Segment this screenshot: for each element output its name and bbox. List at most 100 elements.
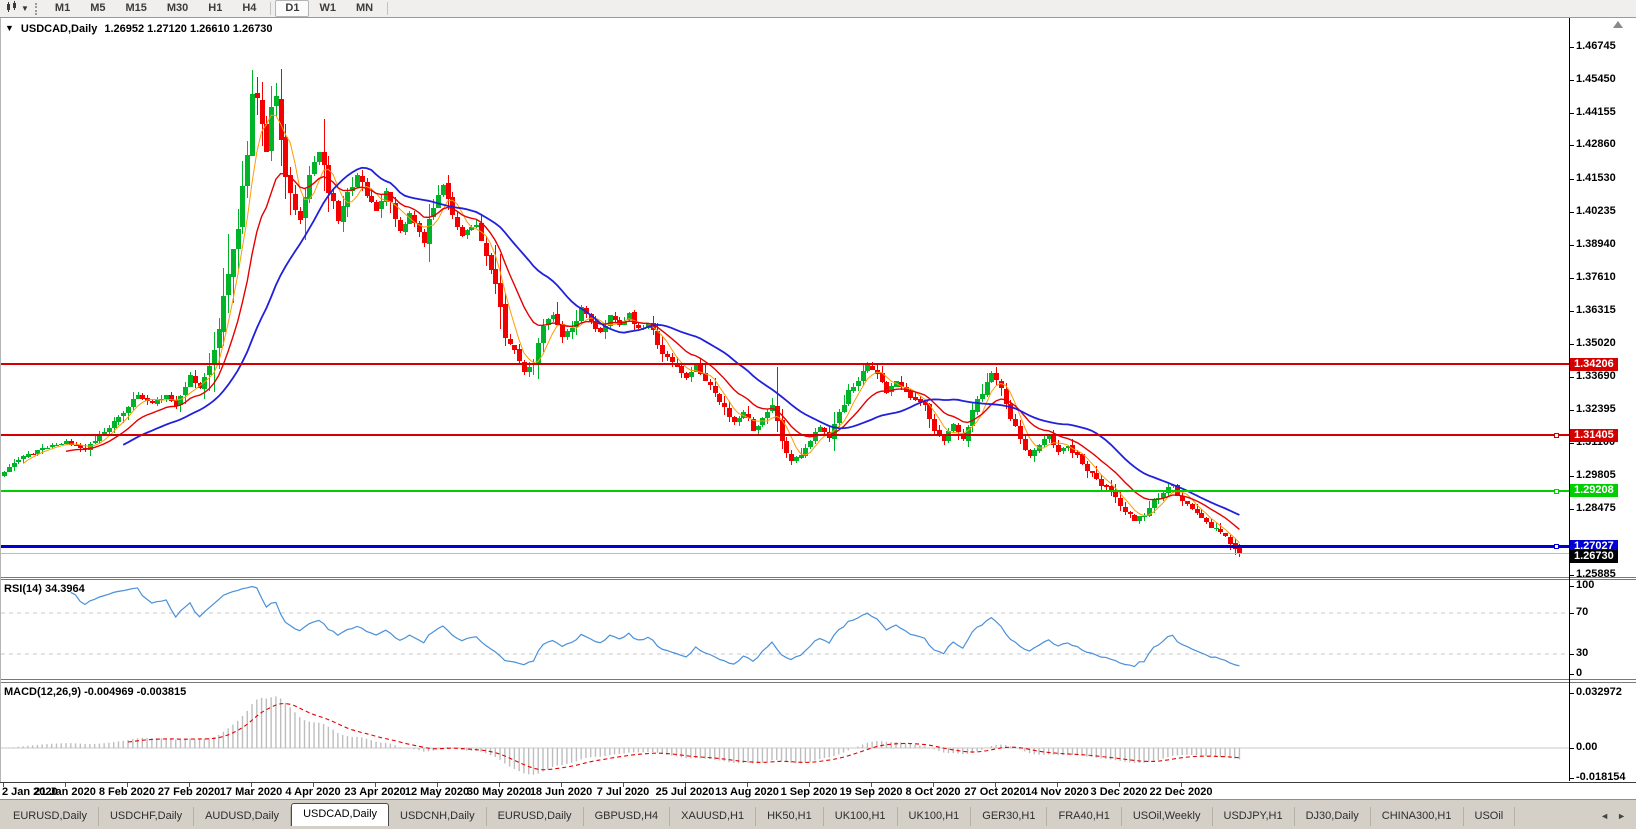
price-tick-label: 1.45450 [1576, 73, 1616, 85]
price-tick-label: 1.29805 [1576, 469, 1616, 481]
timeframe-button-m30[interactable]: M30 [157, 0, 198, 17]
time-scale[interactable]: 2 Jan 202021 Jan 20208 Feb 202027 Feb 20… [0, 782, 1636, 799]
axis-tick [1570, 80, 1574, 81]
chart-tab-usdjpy-h1[interactable]: USDJPY,H1 [1213, 807, 1295, 826]
axis-tick [1570, 748, 1574, 749]
chart-tab-eurusd-daily[interactable]: EURUSD,Daily [487, 807, 584, 826]
timeframe-button-m1[interactable]: M1 [45, 0, 80, 17]
date-label: 17 Mar 2020 [220, 786, 282, 798]
chart-tab-china300-h1[interactable]: CHINA300,H1 [1371, 807, 1464, 826]
chart-tab-audusd-daily[interactable]: AUDUSD,Daily [194, 807, 291, 826]
chart-ohlc-values: 1.26952 1.27120 1.26610 1.26730 [104, 23, 272, 35]
chart-tabs: EURUSD,DailyUSDCHF,DailyAUDUSD,DailyUSDC… [2, 803, 1515, 826]
chart-tab-gbpusd-h4[interactable]: GBPUSD,H4 [584, 807, 671, 826]
symbol-dropdown-icon[interactable]: ▼ [5, 23, 14, 35]
rsi-tick-label: 100 [1576, 579, 1594, 591]
date-label: 25 Jul 2020 [656, 786, 715, 798]
date-label: 22 Dec 2020 [1150, 786, 1213, 798]
price-tick-label: 1.32395 [1576, 403, 1616, 415]
chart-tab-uk100-h1[interactable]: UK100,H1 [898, 807, 972, 826]
price-tick-label: 1.44155 [1576, 106, 1616, 118]
date-label: 30 May 2020 [467, 786, 531, 798]
toolbar-separator [387, 2, 388, 15]
chevron-down-icon: ▼ [21, 5, 29, 13]
timeframe-button-mn[interactable]: MN [346, 0, 383, 17]
chart-tab-usoil[interactable]: USOil [1464, 807, 1516, 826]
axis-tick [1570, 575, 1574, 576]
axis-tick [1570, 179, 1574, 180]
line-anchor-marker[interactable] [1554, 489, 1559, 494]
chart-title: ▼ USDCAD,Daily 1.26952 1.27120 1.26610 1… [5, 23, 273, 35]
timeframe-button-w1[interactable]: W1 [309, 0, 346, 17]
chart-shift-marker[interactable] [1613, 21, 1623, 28]
chart-tool-button[interactable]: ▼ [3, 1, 32, 16]
date-label: 23 Apr 2020 [344, 786, 405, 798]
chart-tab-usdcad-daily[interactable]: USDCAD,Daily [291, 803, 389, 826]
horizontal-line-134206[interactable] [1, 363, 1569, 365]
horizontal-line-131405[interactable] [1, 434, 1569, 436]
macd-tick-label: 0.032972 [1576, 686, 1622, 698]
toolbar-grip[interactable] [35, 3, 40, 15]
price-chart-canvas[interactable] [1, 18, 1569, 577]
tab-scroll-right-icon[interactable]: ► [1614, 809, 1629, 823]
chart-tab-hk50-h1[interactable]: HK50,H1 [756, 807, 824, 826]
macd-indicator-canvas[interactable] [1, 683, 1569, 781]
axis-tick [1570, 654, 1574, 655]
rsi-indicator-canvas[interactable] [1, 580, 1569, 679]
axis-tick [1570, 145, 1574, 146]
axis-tick [1570, 113, 1574, 114]
date-label: 7 Jul 2020 [597, 786, 650, 798]
chart-tab-ger30-h1[interactable]: GER30,H1 [971, 807, 1047, 826]
level-price-label: 1.29208 [1570, 484, 1618, 497]
axis-tick [1570, 443, 1574, 444]
candlestick-chart-icon [6, 1, 19, 16]
chart-tab-bar: EURUSD,DailyUSDCHF,DailyAUDUSD,DailyUSDC… [0, 799, 1636, 829]
chart-tab-dj30-daily[interactable]: DJ30,Daily [1295, 807, 1371, 826]
price-tick-label: 1.41530 [1576, 172, 1616, 184]
axis-tick [1570, 311, 1574, 312]
axis-tick [1570, 212, 1574, 213]
timeframe-button-m5[interactable]: M5 [80, 0, 115, 17]
axis-tick [1570, 245, 1574, 246]
chart-tab-uk100-h1[interactable]: UK100,H1 [824, 807, 898, 826]
date-label: 4 Apr 2020 [285, 786, 340, 798]
horizontal-line-127027[interactable] [1, 545, 1569, 548]
chart-tab-fra40-h1[interactable]: FRA40,H1 [1047, 807, 1121, 826]
price-tick-label: 1.46745 [1576, 40, 1616, 52]
chart-tab-eurusd-daily[interactable]: EURUSD,Daily [2, 807, 99, 826]
line-anchor-marker[interactable] [1554, 544, 1559, 549]
axis-tick [1570, 476, 1574, 477]
mt4-terminal: ▼ M1M5M15M30H1H4 D1W1MN ▼ USDCAD,Daily 1.… [0, 0, 1636, 829]
timeframe-button-m15[interactable]: M15 [115, 0, 156, 17]
horizontal-line-129208[interactable] [1, 490, 1569, 492]
chart-window[interactable]: ▼ USDCAD,Daily 1.26952 1.27120 1.26610 1… [0, 18, 1636, 782]
chart-tab-usdcnh-daily[interactable]: USDCNH,Daily [389, 807, 487, 826]
price-tick-label: 1.35020 [1576, 337, 1616, 349]
price-tick-label: 1.42860 [1576, 138, 1616, 150]
current-price-label: 1.26730 [1570, 550, 1618, 563]
timeframe-button-h1[interactable]: H1 [198, 0, 232, 17]
price-tick-label: 1.36315 [1576, 304, 1616, 316]
date-label: 8 Oct 2020 [905, 786, 960, 798]
rsi-tick-label: 30 [1576, 647, 1588, 659]
toolbar-separator [270, 2, 271, 15]
axis-tick [1570, 693, 1574, 694]
date-label: 21 Jan 2020 [34, 786, 96, 798]
axis-tick [1570, 613, 1574, 614]
date-label: 19 Sep 2020 [840, 786, 903, 798]
price-axis-line [1569, 18, 1570, 781]
level-price-label: 1.34206 [1570, 358, 1618, 371]
date-label: 18 Jun 2020 [530, 786, 592, 798]
tab-scroll-left-icon[interactable]: ◄ [1597, 809, 1612, 823]
chart-tab-usoil-weekly[interactable]: USOil,Weekly [1122, 807, 1213, 826]
date-label: 27 Feb 2020 [158, 786, 220, 798]
axis-tick [1570, 410, 1574, 411]
line-anchor-marker[interactable] [1554, 433, 1559, 438]
timeframe-toolbar: ▼ M1M5M15M30H1H4 D1W1MN [0, 0, 1636, 18]
chart-tab-xauusd-h1[interactable]: XAUUSD,H1 [670, 807, 756, 826]
timeframe-button-h4[interactable]: H4 [232, 0, 266, 17]
timeframe-button-d1[interactable]: D1 [275, 0, 309, 17]
chart-tab-usdchf-daily[interactable]: USDCHF,Daily [99, 807, 194, 826]
tab-scroll-arrows: ◄ ► [1588, 801, 1636, 829]
date-label: 13 Aug 2020 [715, 786, 779, 798]
